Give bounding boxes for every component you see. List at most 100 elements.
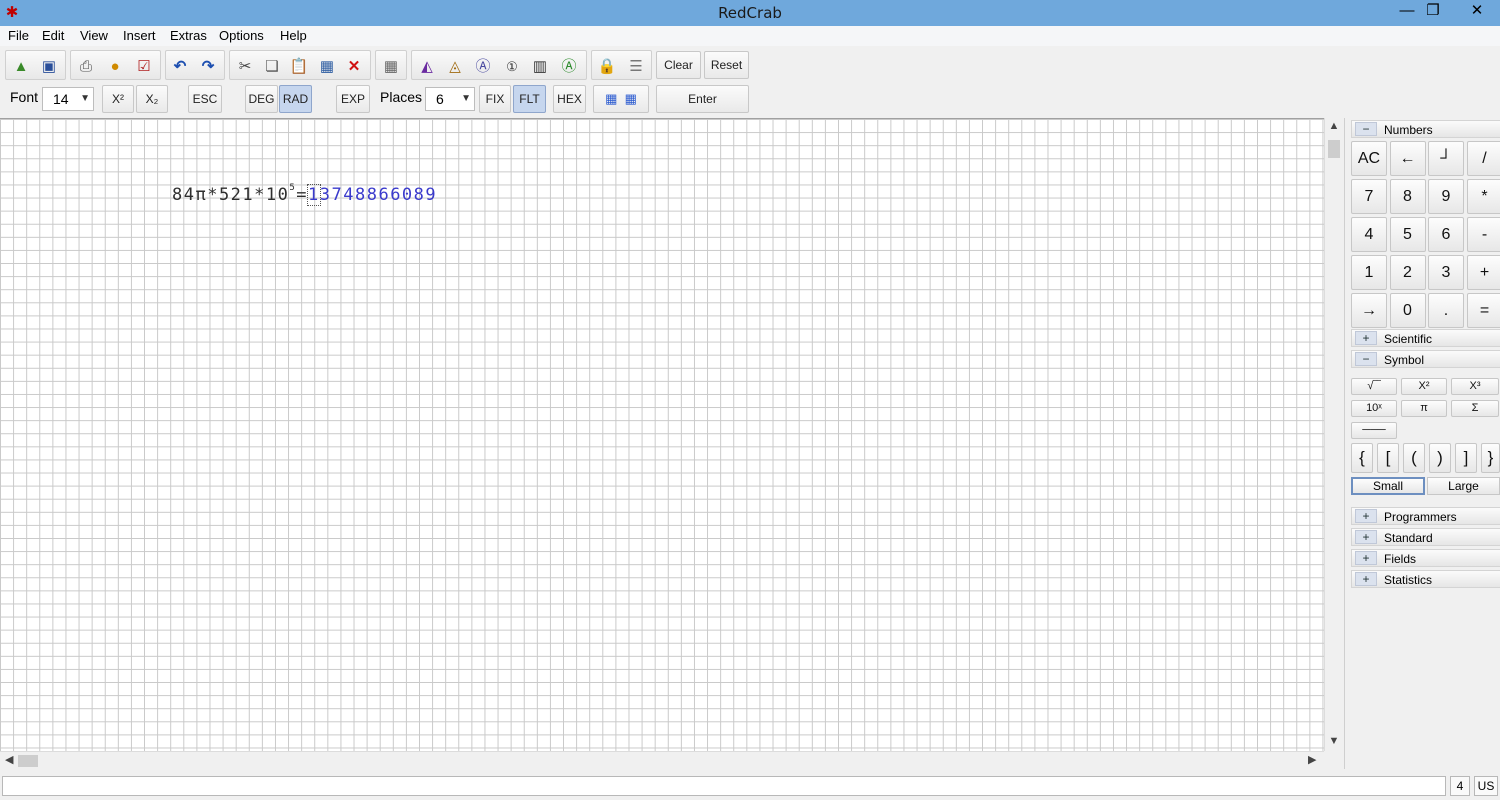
vertical-scrollbar[interactable]: ▲ ▼ bbox=[1324, 118, 1342, 751]
esc-button[interactable]: ESC bbox=[188, 85, 222, 113]
menu-help[interactable]: Help bbox=[280, 28, 307, 43]
grid-icon[interactable]: ▦ bbox=[381, 57, 401, 77]
key-1[interactable]: 1 bbox=[1351, 255, 1387, 290]
menu-view[interactable]: View bbox=[80, 28, 108, 43]
close-button[interactable]: ✕ bbox=[1460, 0, 1494, 24]
collapse-icon[interactable]: − bbox=[1355, 352, 1377, 366]
chart-a-icon[interactable]: ◬ bbox=[445, 57, 465, 77]
cut-icon[interactable]: ✂ bbox=[235, 57, 255, 77]
symbol-section-header[interactable]: − Symbol bbox=[1351, 350, 1500, 368]
large-size-button[interactable]: Large bbox=[1427, 477, 1500, 495]
key-plus[interactable]: + bbox=[1466, 255, 1500, 290]
lines-icon[interactable]: ☰ bbox=[626, 57, 646, 77]
bracket-close-key[interactable]: ] bbox=[1455, 443, 1477, 473]
fix-button[interactable]: FIX bbox=[479, 85, 511, 113]
expand-icon[interactable]: + bbox=[1355, 551, 1377, 565]
scroll-right-icon[interactable]: ▶ bbox=[1308, 753, 1316, 766]
rad-button[interactable]: RAD bbox=[279, 85, 312, 113]
numbers-section-header[interactable]: − Numbers bbox=[1351, 120, 1500, 138]
key-ac[interactable]: AC bbox=[1351, 141, 1387, 176]
brace-close-key[interactable]: } bbox=[1481, 443, 1500, 473]
clear-button[interactable]: Clear bbox=[656, 51, 701, 79]
key-8[interactable]: 8 bbox=[1389, 179, 1426, 214]
key-equals[interactable]: = bbox=[1466, 293, 1500, 328]
pow10-key[interactable]: 10ˣ bbox=[1351, 400, 1397, 417]
restore-button[interactable]: ❐ bbox=[1416, 0, 1450, 24]
sigma-key[interactable]: Σ bbox=[1451, 400, 1499, 417]
subscript-button[interactable]: X₂ bbox=[136, 85, 168, 113]
key-newline[interactable]: ┘ bbox=[1428, 141, 1464, 176]
paint-icon[interactable]: ● bbox=[105, 57, 125, 77]
key-multiply[interactable]: * bbox=[1466, 179, 1500, 214]
key-backspace[interactable]: ← bbox=[1389, 141, 1426, 176]
paste-icon[interactable]: 📋 bbox=[289, 57, 309, 77]
redo-icon[interactable]: ↷ bbox=[198, 57, 218, 77]
lock-icon[interactable]: 🔒 bbox=[597, 57, 617, 77]
key-7[interactable]: 7 bbox=[1351, 179, 1387, 214]
check-icon[interactable]: ☑ bbox=[134, 57, 154, 77]
collapse-icon[interactable]: − bbox=[1355, 122, 1377, 136]
reset-button[interactable]: Reset bbox=[704, 51, 749, 79]
green-a-icon[interactable]: Ⓐ bbox=[559, 57, 579, 77]
paren-close-key[interactable]: ) bbox=[1429, 443, 1451, 473]
copy-icon[interactable]: ❏ bbox=[262, 57, 282, 77]
key-decimal[interactable]: . bbox=[1428, 293, 1464, 328]
menu-options[interactable]: Options bbox=[219, 28, 264, 43]
fraction-key[interactable]: ─── bbox=[1351, 422, 1397, 439]
key-6[interactable]: 6 bbox=[1428, 217, 1464, 252]
key-9[interactable]: 9 bbox=[1428, 179, 1464, 214]
statistics-section-header[interactable]: + Statistics bbox=[1351, 570, 1500, 588]
key-0[interactable]: 0 bbox=[1389, 293, 1426, 328]
hex-button[interactable]: HEX bbox=[553, 85, 586, 113]
menu-insert[interactable]: Insert bbox=[123, 28, 156, 43]
scientific-section-header[interactable]: + Scientific bbox=[1351, 329, 1500, 347]
menu-file[interactable]: File bbox=[8, 28, 29, 43]
flt-button[interactable]: FLT bbox=[513, 85, 546, 113]
chart-icon[interactable]: ◭ bbox=[417, 57, 437, 77]
square-key[interactable]: X² bbox=[1401, 378, 1447, 395]
open-icon[interactable]: ▲ bbox=[11, 57, 31, 77]
sqrt-key[interactable]: √‾‾ bbox=[1351, 378, 1397, 395]
expression[interactable]: 84π*521*105=13748866089 bbox=[172, 183, 437, 206]
deg-button[interactable]: DEG bbox=[245, 85, 278, 113]
cube-key[interactable]: X³ bbox=[1451, 378, 1499, 395]
standard-section-header[interactable]: + Standard bbox=[1351, 528, 1500, 546]
pi-key[interactable]: π bbox=[1401, 400, 1447, 417]
superscript-button[interactable]: X² bbox=[102, 85, 134, 113]
bar-chart-icon[interactable]: ▥ bbox=[530, 57, 550, 77]
font-size-select[interactable]: 14 ▼ bbox=[42, 87, 94, 111]
save-icon[interactable]: ▣ bbox=[39, 57, 59, 77]
expand-icon[interactable]: + bbox=[1355, 331, 1377, 345]
horizontal-scroll-thumb[interactable] bbox=[18, 755, 38, 767]
menu-edit[interactable]: Edit bbox=[42, 28, 64, 43]
enter-button[interactable]: Enter bbox=[656, 85, 749, 113]
key-3[interactable]: 3 bbox=[1428, 255, 1464, 290]
scroll-down-icon[interactable]: ▼ bbox=[1325, 735, 1343, 747]
grid-small-icon[interactable]: ▦ bbox=[605, 91, 617, 106]
exp-button[interactable]: EXP bbox=[336, 85, 370, 113]
expand-icon[interactable]: + bbox=[1355, 530, 1377, 544]
text-a-icon[interactable]: Ⓐ bbox=[473, 57, 493, 77]
key-minus[interactable]: - bbox=[1466, 217, 1500, 252]
brace-open-key[interactable]: { bbox=[1351, 443, 1373, 473]
undo-icon[interactable]: ↶ bbox=[170, 57, 190, 77]
fields-section-header[interactable]: + Fields bbox=[1351, 549, 1500, 567]
expand-icon[interactable]: + bbox=[1355, 509, 1377, 523]
small-size-button[interactable]: Small bbox=[1351, 477, 1425, 495]
grid-large-icon[interactable]: ▦ bbox=[625, 91, 637, 106]
number-1-icon[interactable]: ① bbox=[502, 57, 522, 77]
key-divide[interactable]: / bbox=[1466, 141, 1500, 176]
key-tab[interactable]: → bbox=[1351, 293, 1387, 328]
paren-open-key[interactable]: ( bbox=[1403, 443, 1425, 473]
places-select[interactable]: 6 ▼ bbox=[425, 87, 475, 111]
bracket-open-key[interactable]: [ bbox=[1377, 443, 1399, 473]
scroll-left-icon[interactable]: ◀ bbox=[5, 753, 13, 766]
key-2[interactable]: 2 bbox=[1389, 255, 1426, 290]
worksheet-canvas[interactable] bbox=[0, 118, 1324, 751]
expand-icon[interactable]: + bbox=[1355, 572, 1377, 586]
print-icon[interactable]: ⎙ bbox=[76, 57, 96, 77]
menu-extras[interactable]: Extras bbox=[170, 28, 207, 43]
programmers-section-header[interactable]: + Programmers bbox=[1351, 507, 1500, 525]
key-5[interactable]: 5 bbox=[1389, 217, 1426, 252]
delete-icon[interactable]: ✕ bbox=[344, 57, 364, 77]
